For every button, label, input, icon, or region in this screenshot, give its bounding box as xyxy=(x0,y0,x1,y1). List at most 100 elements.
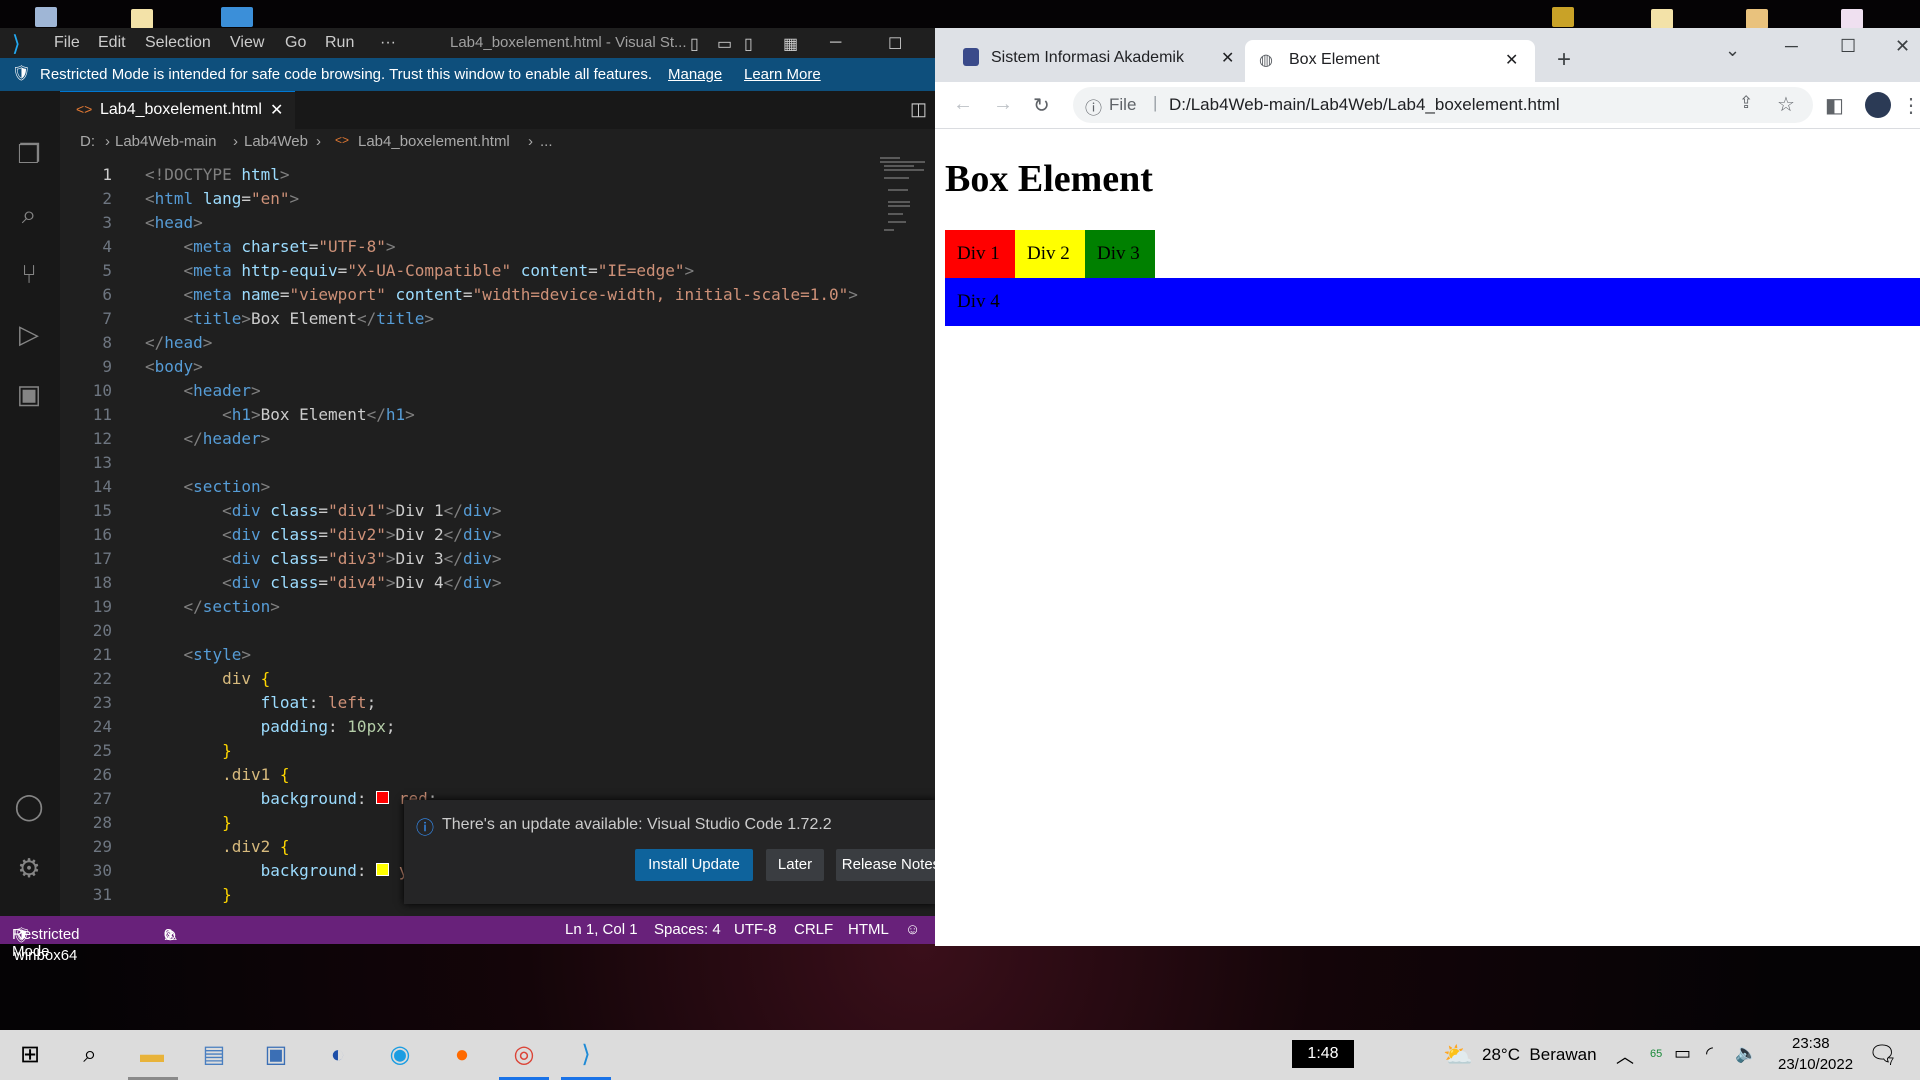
tab-search-icon[interactable]: ⌄ xyxy=(1725,40,1740,61)
new-tab-icon[interactable]: + xyxy=(1557,46,1571,74)
reload-icon[interactable]: ↻ xyxy=(1033,93,1050,118)
browser-tab-box-element[interactable]: ◍ Box Element ✕ xyxy=(1245,40,1535,82)
desktop-icon-2[interactable] xyxy=(131,9,153,29)
extensions-icon[interactable]: ▣ xyxy=(14,379,44,409)
code-line[interactable]: 25 } xyxy=(60,739,875,763)
feedback-icon[interactable]: ☺ xyxy=(905,921,920,938)
start-windows-icon[interactable]: ⊞ xyxy=(14,1040,46,1070)
breadcrumb-drive[interactable]: D: xyxy=(80,133,95,150)
layout-panel-icon[interactable]: ▭ xyxy=(717,34,732,54)
code-line[interactable]: 22 div { xyxy=(60,667,875,691)
explorer-icon[interactable]: ❐ xyxy=(14,139,44,169)
banner-manage-link[interactable]: Manage xyxy=(668,66,722,83)
close-tab-icon[interactable]: ✕ xyxy=(270,100,283,120)
code-line[interactable]: 21 <style> xyxy=(60,643,875,667)
code-line[interactable]: 18 <div class="div4">Div 4</div> xyxy=(60,571,875,595)
side-panel-icon[interactable]: ◧ xyxy=(1825,93,1844,118)
profile-avatar[interactable] xyxy=(1865,92,1891,118)
eol-status[interactable]: CRLF xyxy=(794,921,833,938)
clock-time[interactable]: 23:38 xyxy=(1792,1035,1830,1052)
desktop-icon-4[interactable] xyxy=(1552,7,1574,27)
indentation-status[interactable]: Spaces: 4 xyxy=(654,921,721,938)
back-icon[interactable]: ← xyxy=(953,93,973,116)
menu-selection[interactable]: Selection xyxy=(145,34,211,52)
close-window-icon[interactable]: ✕ xyxy=(1895,36,1910,57)
chevron-up-icon[interactable]: ︿ xyxy=(1616,1043,1634,1069)
code-line[interactable]: 19 </section> xyxy=(60,595,875,619)
code-line[interactable]: 8 </head> xyxy=(60,331,875,355)
file-explorer-icon[interactable]: ▬ xyxy=(136,1040,168,1070)
code-line[interactable]: 12 </header> xyxy=(60,427,875,451)
maximize-icon[interactable]: ☐ xyxy=(888,34,902,54)
menu-file[interactable]: File xyxy=(54,34,80,52)
firefox-icon[interactable]: ● xyxy=(446,1040,478,1070)
code-line[interactable]: 2 <html lang="en"> xyxy=(60,187,875,211)
code-line[interactable]: 7 <title>Box Element</title> xyxy=(60,307,875,331)
breadcrumb-folder-2[interactable]: Lab4Web xyxy=(244,133,308,150)
code-line[interactable]: 24 padding: 10px; xyxy=(60,715,875,739)
share-icon[interactable]: ⇪ xyxy=(1739,93,1753,113)
code-line[interactable]: 6 <meta name="viewport" content="width=d… xyxy=(60,283,875,307)
chrome-menu-icon[interactable]: ⋮ xyxy=(1901,93,1920,118)
code-line[interactable]: 17 <div class="div3">Div 3</div> xyxy=(60,547,875,571)
code-line[interactable]: 9 <body> xyxy=(60,355,875,379)
breadcrumb-file[interactable]: Lab4_boxelement.html xyxy=(358,133,510,150)
maximize-icon[interactable]: ☐ xyxy=(1840,36,1856,57)
accounts-icon[interactable]: ◯ xyxy=(14,791,44,821)
breadcrumb-more[interactable]: ... xyxy=(540,133,553,150)
volume-icon[interactable]: 🔈 xyxy=(1735,1043,1757,1064)
desktop-icon-1[interactable] xyxy=(35,7,57,27)
chrome-icon[interactable]: ◎ xyxy=(508,1040,540,1070)
close-tab-icon[interactable]: ✕ xyxy=(1221,48,1234,68)
banner-learn-more-link[interactable]: Learn More xyxy=(744,66,821,83)
menu-view[interactable]: View xyxy=(230,34,264,52)
code-line[interactable]: 10 <header> xyxy=(60,379,875,403)
minimize-icon[interactable]: ─ xyxy=(1785,36,1798,57)
clock-date[interactable]: 23/10/2022 xyxy=(1778,1056,1853,1073)
wifi-icon[interactable]: ◜ xyxy=(1706,1043,1713,1064)
code-line[interactable]: 4 <meta charset="UTF-8"> xyxy=(60,235,875,259)
address-bar[interactable]: ⓘ File | D:/Lab4Web-main/Lab4Web/Lab4_bo… xyxy=(1073,87,1813,123)
search-icon[interactable]: ⌕ xyxy=(14,199,44,229)
layout-secondary-icon[interactable]: ▯ xyxy=(744,34,753,54)
later-button[interactable]: Later xyxy=(766,849,824,881)
layout-sidebar-icon[interactable]: ▯ xyxy=(690,34,699,54)
forward-icon[interactable]: → xyxy=(993,93,1013,116)
browser-tab-siakad[interactable]: Sistem Informasi Akademik ✕ xyxy=(953,40,1243,78)
cursor-position[interactable]: Ln 1, Col 1 xyxy=(565,921,638,938)
code-line[interactable]: 20 xyxy=(60,619,875,643)
code-line[interactable]: 23 float: left; xyxy=(60,691,875,715)
code-line[interactable]: 11 <h1>Box Element</h1> xyxy=(60,403,875,427)
edge-icon[interactable]: ◉ xyxy=(384,1040,416,1070)
breadcrumb-folder-1[interactable]: Lab4Web-main xyxy=(115,133,216,150)
install-update-button[interactable]: Install Update xyxy=(635,849,753,881)
code-line[interactable]: 3 <head> xyxy=(60,211,875,235)
minimap[interactable] xyxy=(880,155,930,295)
split-editor-icon[interactable]: ◫ xyxy=(910,99,927,120)
menu-edit[interactable]: Edit xyxy=(98,34,126,52)
code-line[interactable]: 5 <meta http-equiv="X-UA-Compatible" con… xyxy=(60,259,875,283)
bookmark-star-icon[interactable]: ☆ xyxy=(1777,92,1795,117)
taskbar-app-icon[interactable]: ◐ xyxy=(322,1040,354,1070)
encoding-status[interactable]: UTF-8 xyxy=(734,921,777,938)
settings-gear-icon[interactable]: ⚙ xyxy=(14,853,44,883)
search-icon[interactable]: ⌕ xyxy=(74,1040,106,1070)
minimize-icon[interactable]: ─ xyxy=(830,34,841,52)
taskbar-app-icon[interactable]: ▣ xyxy=(260,1040,292,1070)
editor-tab[interactable]: <> Lab4_boxelement.html ✕ xyxy=(60,91,295,130)
language-mode-status[interactable]: HTML xyxy=(848,921,889,938)
source-control-icon[interactable]: ⑂ xyxy=(14,259,44,289)
desktop-icon-7[interactable] xyxy=(1841,9,1863,29)
close-tab-icon[interactable]: ✕ xyxy=(1505,50,1518,70)
code-line[interactable]: 15 <div class="div1">Div 1</div> xyxy=(60,499,875,523)
menu-more[interactable]: ··· xyxy=(380,34,396,52)
run-debug-icon[interactable]: ▷ xyxy=(14,319,44,349)
weather-text[interactable]: 28°C Berawan xyxy=(1482,1045,1597,1065)
desktop-icon-6[interactable] xyxy=(1746,9,1768,29)
desktop-icon-5[interactable] xyxy=(1651,9,1673,29)
code-line[interactable]: 13 xyxy=(60,451,875,475)
battery-icon[interactable]: ▭ xyxy=(1674,1043,1691,1064)
code-line[interactable]: 16 <div class="div2">Div 2</div> xyxy=(60,523,875,547)
code-line[interactable]: 26 .div1 { xyxy=(60,763,875,787)
code-line[interactable]: 1 <!DOCTYPE html> xyxy=(60,163,875,187)
